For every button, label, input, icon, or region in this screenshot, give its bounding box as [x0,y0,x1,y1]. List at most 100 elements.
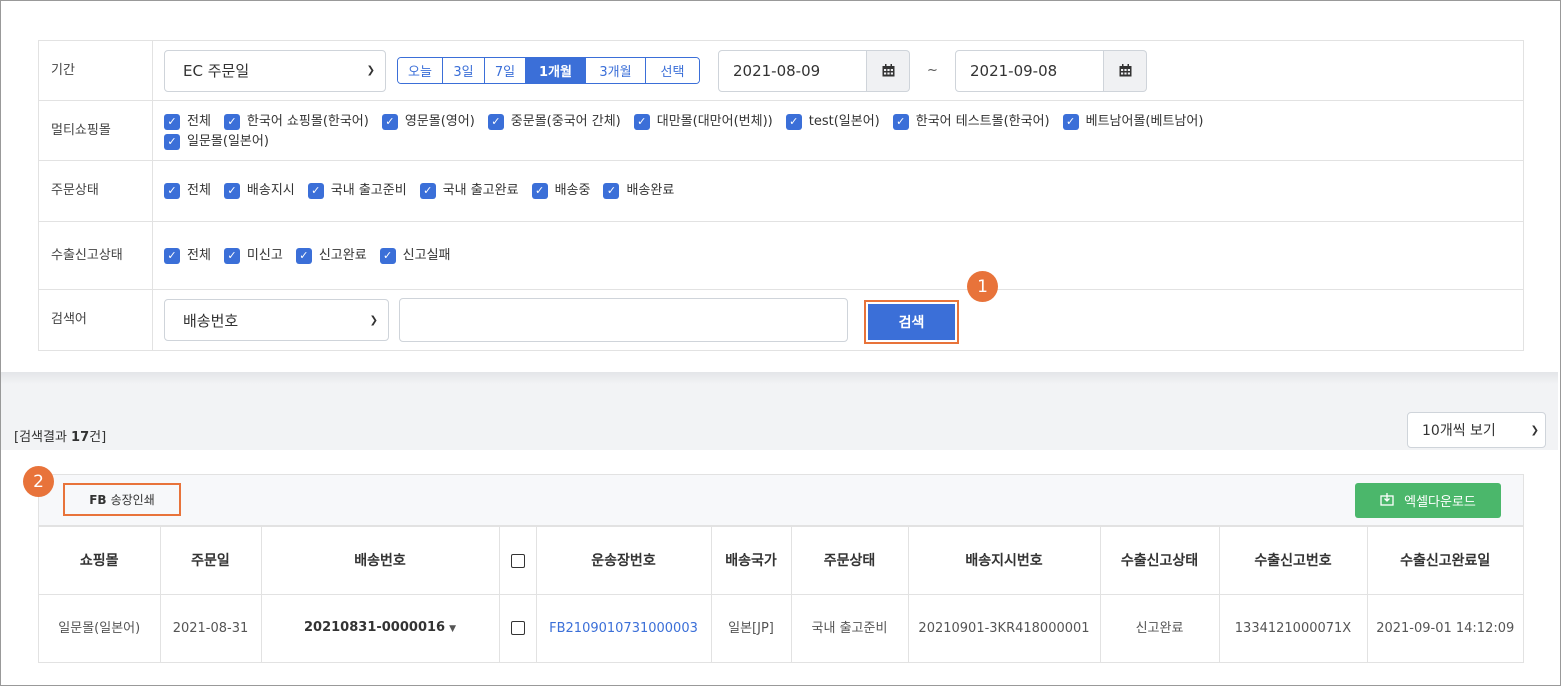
chevron-down-icon: ❯ [1530,424,1539,436]
header-export-no: 수출신고번호 [1218,526,1368,595]
check-icon: ✓ [164,183,180,199]
cell-export-status: 신고완료 [1099,594,1220,663]
filter-table: 기간 EC 주문일 ❯ 오늘 3일 7일 1개월 3개월 선택 2021-08-… [38,40,1524,351]
header-export-done: 수출신고완료일 [1366,526,1523,595]
order-status-label: 주문상태 [38,160,153,222]
step-marker-2: 2 [23,466,54,497]
keyword-input[interactable] [399,298,848,342]
header-export-status: 수출신고상태 [1099,526,1220,595]
check-icon: ✓ [164,247,180,264]
check-icon: ✓ [381,113,398,130]
checkbox-mall-vietnamese[interactable]: ✓ 베트남어몰(베트남어) [1062,112,1203,132]
cell-export-done: 2021-09-01 14:12:09 [1366,594,1523,663]
row-checkbox[interactable] [510,621,525,635]
checkbox-status-delivered[interactable]: ✓ 배송완료 [603,181,674,201]
checkbox-mall-japanese[interactable]: ✓ 일문몰(일본어) [164,132,269,152]
calendar-icon[interactable] [1104,49,1147,92]
results-table-card: FB 송장인쇄 엑셀다운로드 쇼핑몰 주문일 배송번호 운송장번호 배송국가 주문… [38,474,1524,663]
cell-tracking-no: FB2109010731000003 [535,594,712,663]
check-icon: ✓ [223,183,240,199]
check-icon: ✓ [419,183,436,199]
header-order-date: 주문일 [159,526,262,595]
calendar-icon[interactable] [867,49,910,92]
check-icon: ✓ [785,113,802,130]
checkbox-mall-all[interactable]: ✓ 전체 [164,112,211,132]
cell-country: 일본[JP] [710,594,792,663]
check-icon: ✓ [531,183,548,199]
checkbox-mall-chinese[interactable]: ✓ 중문몰(중국어 간체) [487,112,621,132]
table-toolbar: FB 송장인쇄 엑셀다운로드 [39,475,1523,526]
end-date-input[interactable]: 2021-09-08 [955,49,1104,92]
cell-order-status: 국내 출고준비 [790,594,909,663]
checkbox-export-not-reported[interactable]: ✓ 미신고 [223,246,283,266]
check-icon: ✓ [892,113,909,130]
cell-mall: 일문몰(일본어) [39,594,161,663]
checkbox-export-all[interactable]: ✓ 전체 [164,246,211,266]
search-button[interactable]: 검색 [864,300,959,344]
date-range-separator: ~ [927,63,938,78]
header-instruction-no: 배송지시번호 [907,526,1101,595]
checkbox-mall-korean-test[interactable]: ✓ 한국어 테스트몰(한국어) [892,112,1050,132]
check-icon: ✓ [307,183,324,199]
checkbox-status-in-transit[interactable]: ✓ 배송중 [531,181,590,201]
period-button-3days[interactable]: 3일 [443,58,485,83]
download-icon [1380,492,1394,510]
cell-select [498,594,537,663]
checkbox-export-reported[interactable]: ✓ 신고완료 [295,246,367,266]
results-table: 쇼핑몰 주문일 배송번호 운송장번호 배송국가 주문상태 배송지시번호 수출신고… [39,526,1523,663]
checkbox-mall-korean[interactable]: ✓ 한국어 쇼핑몰(한국어) [223,112,369,132]
check-icon: ✓ [603,183,620,199]
step-marker-1: 1 [967,271,998,302]
header-tracking-no: 운송장번호 [535,526,712,595]
check-icon: ✓ [164,113,180,130]
excel-download-button[interactable]: 엑셀다운로드 [1355,483,1501,518]
check-icon: ✓ [633,113,650,130]
check-icon: ✓ [379,247,396,264]
export-status-label: 수출신고상태 [38,221,153,290]
table-row: 일문몰(일본어) 2021-08-31 20210831-0000016 ▼ FB… [39,594,1523,663]
check-icon: ✓ [223,113,240,130]
chevron-down-icon: ❯ [369,314,378,326]
table-header-row: 쇼핑몰 주문일 배송번호 운송장번호 배송국가 주문상태 배송지시번호 수출신고… [39,526,1523,595]
tracking-link[interactable]: FB2109010731000003 [549,621,698,636]
checkbox-mall-english[interactable]: ✓ 영문몰(영어) [381,112,475,132]
cell-order-date: 2021-08-31 [159,594,262,663]
period-button-1month[interactable]: 1개월 [526,58,586,83]
header-country: 배송국가 [710,526,792,595]
check-icon: ✓ [295,247,312,264]
header-order-status: 주문상태 [790,526,909,595]
cell-shipping-no[interactable]: 20210831-0000016 ▼ [260,594,500,663]
period-quick-buttons: 오늘 3일 7일 1개월 3개월 선택 [397,57,700,84]
period-label: 기간 [38,40,153,101]
period-button-7days[interactable]: 7일 [485,58,526,83]
date-type-select[interactable]: EC 주문일 ❯ [164,49,386,92]
start-date-input[interactable]: 2021-08-09 [718,49,867,92]
fb-invoice-print-button[interactable]: FB 송장인쇄 [63,483,181,516]
checkbox-status-instruction[interactable]: ✓ 배송지시 [223,181,295,201]
checkbox-mall-test[interactable]: ✓ test(일본어) [785,112,880,132]
period-button-custom[interactable]: 선택 [646,58,699,83]
checkbox-mall-taiwan[interactable]: ✓ 대만몰(대만어(번체)) [633,112,773,132]
cell-export-no: 1334121000071X [1218,594,1368,663]
period-button-3months[interactable]: 3개월 [586,58,646,83]
checkbox-status-ready[interactable]: ✓ 국내 출고준비 [307,181,407,201]
page-size-select[interactable]: 10개씩 보기 ❯ [1407,412,1546,448]
checkbox-export-failed[interactable]: ✓ 신고실패 [379,246,451,266]
check-icon: ✓ [223,247,240,264]
checkbox-status-all[interactable]: ✓ 전체 [164,181,211,201]
cell-instruction-no: 20210901-3KR418000001 [907,594,1101,663]
keyword-label: 검색어 [38,289,153,351]
select-all-checkbox[interactable] [510,553,525,568]
header-shipping-no: 배송번호 [260,526,500,595]
check-icon: ✓ [1062,113,1079,130]
multi-mall-label: 멀티쇼핑몰 [38,100,153,161]
keyword-type-select[interactable]: 배송번호 ❯ [164,299,389,341]
result-count: [검색결과 17건] [14,430,107,445]
header-mall: 쇼핑몰 [39,526,161,595]
chevron-down-icon: ❯ [366,65,375,76]
check-icon: ✓ [164,133,180,150]
period-button-today[interactable]: 오늘 [398,58,443,83]
check-icon: ✓ [487,113,504,130]
header-select-all [498,526,537,595]
checkbox-status-shipped-out[interactable]: ✓ 국내 출고완료 [419,181,519,201]
